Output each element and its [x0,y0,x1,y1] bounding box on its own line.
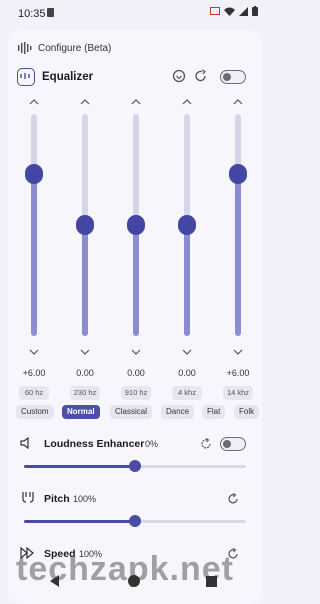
eq-band [124,96,148,358]
preset-folk[interactable]: Folk [234,405,260,419]
eq-band-gain: +6.00 [22,368,46,378]
chevron-up-icon[interactable] [131,98,141,106]
eq-band-slider[interactable] [235,114,241,336]
eq-band-slider[interactable] [31,114,37,336]
preset-normal[interactable]: Normal [62,405,100,419]
equalizer-toggle[interactable] [220,70,246,84]
home-button[interactable] [128,575,140,587]
pitch-icon [22,492,34,503]
eq-band-gain: 0.00 [178,368,196,378]
eq-band-thumb[interactable] [25,163,43,184]
status-icons [210,6,258,16]
preset-classical[interactable]: Classical [110,405,153,419]
chevron-down-icon[interactable] [29,348,39,356]
reset-icon[interactable] [227,493,239,505]
pitch-title: Pitch [44,493,70,505]
eq-band-frequency: 910 hz [121,386,151,400]
pitch-value: 100% [73,494,97,504]
preset-custom[interactable]: Custom [16,405,54,419]
chevron-down-icon[interactable] [131,348,141,356]
chevron-up-icon[interactable] [29,98,39,106]
reset-eq-icon[interactable] [194,69,208,83]
eq-band-frequency: 4 khz [172,386,202,400]
loudness-toggle[interactable] [220,437,246,451]
wifi-icon [224,7,235,16]
recents-button[interactable] [206,576,217,587]
preset-dance[interactable]: Dance [161,405,195,419]
eq-band-thumb[interactable] [178,215,196,235]
equalizer-icon [17,68,35,86]
eq-band [175,96,199,358]
eq-band-thumb[interactable] [76,215,94,235]
notification-icon [47,8,54,17]
pitch-slider[interactable] [24,515,246,527]
eq-band-gain: 0.00 [127,368,145,378]
chevron-up-icon[interactable] [182,98,192,106]
chevron-down-icon[interactable] [80,348,90,356]
eq-band-gain: +6.00 [226,368,250,378]
signal-icon [239,6,248,16]
eq-band [226,96,250,358]
speaker-icon [20,437,29,449]
loudness-value: 0% [145,439,159,449]
loudness-slider[interactable] [24,460,246,472]
battery-icon [252,6,258,16]
loudness-title: Loudness Enhancer [44,438,145,450]
preset-flat[interactable]: Flat [202,405,226,419]
eq-band-frequency: 14 khz [223,386,253,400]
eq-band-frequency: 230 hz [70,386,100,400]
chevron-down-icon[interactable] [182,348,192,356]
reset-icon[interactable] [200,438,212,450]
chevron-up-icon[interactable] [233,98,243,106]
equalizer-title: Equalizer [42,71,94,83]
status-time: 10:35 [18,8,46,20]
eq-band [22,96,46,358]
cast-icon [210,6,220,15]
eq-band-thumb[interactable] [127,215,145,235]
watermark: techzapk.net [16,550,234,588]
eq-band-gain: 0.00 [76,368,94,378]
eq-band [73,96,97,358]
eq-band-frequency: 60 hz [19,386,49,400]
back-button[interactable] [50,575,59,587]
page-title: Configure (Beta) [38,43,112,54]
chevron-up-icon[interactable] [80,98,90,106]
eq-band-thumb[interactable] [229,163,247,184]
save-preset-icon[interactable] [172,69,186,83]
audio-bars-icon [18,42,32,54]
chevron-down-icon[interactable] [233,348,243,356]
